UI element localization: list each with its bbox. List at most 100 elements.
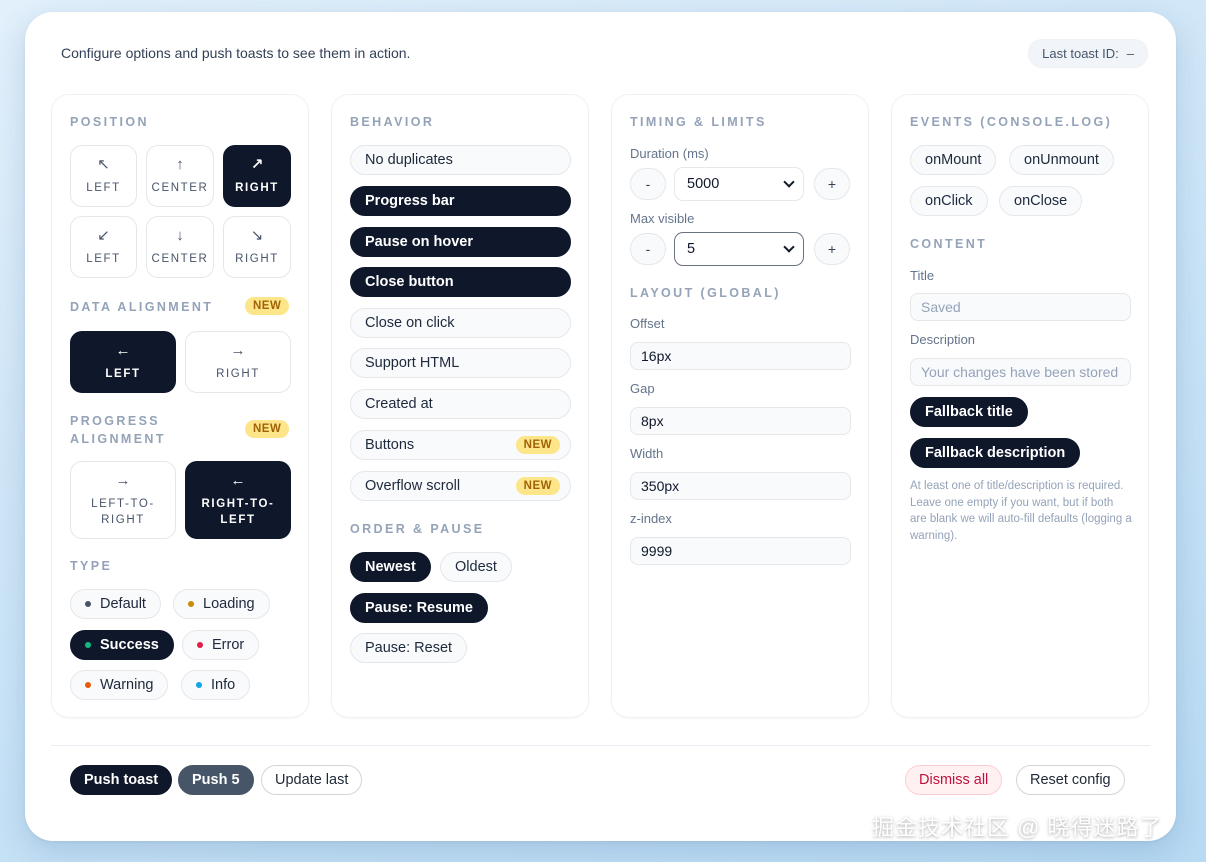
new-badge: NEW	[245, 420, 290, 438]
arrow-right-icon: →	[115, 471, 131, 489]
update-last-button[interactable]: Update last	[261, 765, 363, 795]
max-visible-label: Max visible	[630, 211, 695, 226]
duration-decrement-button[interactable]: -	[630, 168, 666, 200]
top-bar: Configure options and push toasts to see…	[61, 38, 1148, 68]
toggle-created-at[interactable]: Created at	[350, 389, 571, 419]
arrow-up-left-icon: ↖	[97, 155, 110, 173]
chevron-down-icon	[783, 176, 795, 188]
section-data-alignment-title: DATA ALIGNMENT	[70, 300, 214, 314]
section-content-title: CONTENT	[910, 237, 988, 251]
section-position-title: POSITION	[70, 115, 149, 129]
section-progress-alignment-title: PROGRESS ALIGNMENT	[70, 414, 166, 446]
section-layout-title: LAYOUT (GLOBAL)	[630, 286, 781, 300]
dot-icon	[196, 682, 202, 688]
offset-label: Offset	[630, 316, 665, 331]
content-note: At least one of title/description is req…	[910, 480, 1132, 542]
toggle-progress-bar[interactable]: Progress bar	[350, 186, 571, 216]
arrow-left-icon: ←	[230, 471, 246, 489]
last-toast-label: Last toast ID:	[1042, 45, 1119, 61]
title-label: Title	[910, 268, 935, 283]
position-bottom-right[interactable]: ↘ RIGHT	[223, 216, 291, 278]
max-visible-increment-button[interactable]: +	[814, 233, 850, 265]
arrow-down-right-icon: ↘	[250, 226, 264, 244]
type-info[interactable]: Info	[181, 670, 251, 700]
last-toast-id-badge: Last toast ID: –	[1028, 38, 1148, 68]
dismiss-all-button[interactable]: Dismiss all	[905, 765, 1003, 795]
arrow-right-icon: →	[230, 341, 246, 359]
z-index-input[interactable]: 9999	[630, 537, 851, 565]
progress-align-left-to-right[interactable]: → LEFT-TO- RIGHT	[70, 461, 176, 539]
reset-config-button[interactable]: Reset config	[1016, 765, 1125, 795]
z-index-label: z-index	[630, 511, 672, 526]
width-input[interactable]: 350px	[630, 472, 851, 500]
toggle-overflow-scroll[interactable]: Overflow scroll NEW	[350, 471, 571, 501]
last-toast-value: –	[1126, 45, 1134, 61]
position-top-left[interactable]: ↖ LEFT	[70, 145, 137, 207]
toggle-buttons[interactable]: Buttons NEW	[350, 430, 571, 460]
section-events-title: EVENTS (CONSOLE.LOG)	[910, 115, 1113, 129]
dot-icon	[197, 642, 203, 648]
position-top-right[interactable]: ↗ RIGHT	[223, 145, 291, 207]
toggle-close-button[interactable]: Close button	[350, 267, 571, 297]
dot-icon	[188, 601, 194, 607]
event-on-close[interactable]: onClose	[999, 186, 1083, 216]
toggle-close-on-click[interactable]: Close on click	[350, 308, 571, 338]
data-align-left[interactable]: ← LEFT	[70, 331, 176, 393]
section-timing-title: TIMING & LIMITS	[630, 115, 767, 129]
position-bottom-left[interactable]: ↙ LEFT	[70, 216, 137, 278]
description-input[interactable]: Your changes have been stored	[910, 358, 1131, 386]
progress-align-right-to-left[interactable]: ← RIGHT-TO- LEFT	[185, 461, 291, 539]
event-on-mount[interactable]: onMount	[910, 145, 997, 175]
arrow-down-icon: ↓	[176, 226, 184, 244]
duration-label: Duration (ms)	[630, 146, 709, 161]
new-badge: NEW	[515, 436, 560, 454]
arrow-left-icon: ←	[115, 341, 131, 359]
dot-icon	[85, 642, 91, 648]
intro-text: Configure options and push toasts to see…	[61, 45, 411, 61]
event-on-click[interactable]: onClick	[910, 186, 988, 216]
fallback-title-button[interactable]: Fallback title	[910, 397, 1028, 427]
panel-events-content: EVENTS (CONSOLE.LOG) onMount onUnmount o…	[891, 94, 1149, 718]
gap-input[interactable]: 8px	[630, 407, 851, 435]
description-label: Description	[910, 332, 976, 347]
duration-select[interactable]: 5000	[674, 167, 804, 201]
push-toast-button[interactable]: Push toast	[70, 765, 173, 795]
event-on-unmount[interactable]: onUnmount	[1009, 145, 1114, 175]
section-behavior-title: BEHAVIOR	[350, 115, 435, 129]
panel-behavior: BEHAVIOR No duplicates Progress bar Paus…	[331, 94, 589, 718]
dot-icon	[85, 682, 91, 688]
max-visible-decrement-button[interactable]: -	[630, 233, 666, 265]
footer-divider	[51, 745, 1150, 746]
push-5-button[interactable]: Push 5	[178, 765, 254, 795]
type-loading[interactable]: Loading	[173, 589, 270, 619]
data-align-right[interactable]: → RIGHT	[185, 331, 291, 393]
order-newest[interactable]: Newest	[350, 552, 431, 582]
toggle-support-html[interactable]: Support HTML	[350, 348, 571, 378]
toggle-no-duplicates[interactable]: No duplicates	[350, 145, 571, 175]
arrow-up-right-icon: ↗	[250, 155, 264, 173]
title-input[interactable]: Saved	[910, 293, 1131, 321]
arrow-up-icon: ↑	[176, 155, 184, 173]
new-badge: NEW	[245, 297, 290, 315]
dot-icon	[85, 601, 91, 607]
max-visible-select[interactable]: 5	[674, 232, 804, 266]
section-type-title: TYPE	[70, 559, 113, 573]
section-order-pause-title: ORDER & PAUSE	[350, 522, 485, 536]
duration-increment-button[interactable]: +	[814, 168, 850, 200]
pause-resume[interactable]: Pause: Resume	[350, 593, 488, 623]
toggle-pause-on-hover[interactable]: Pause on hover	[350, 227, 571, 257]
position-bottom-center[interactable]: ↓ CENTER	[146, 216, 214, 278]
type-success[interactable]: Success	[70, 630, 174, 660]
type-default[interactable]: Default	[70, 589, 161, 619]
panel-position: POSITION ↖ LEFT ↑ CENTER ↗ RIGHT ↙ LEFT …	[51, 94, 309, 718]
chevron-down-icon	[783, 241, 795, 253]
order-oldest[interactable]: Oldest	[440, 552, 512, 582]
width-label: Width	[630, 446, 664, 461]
offset-input[interactable]: 16px	[630, 342, 851, 370]
fallback-description-button[interactable]: Fallback description	[910, 438, 1081, 468]
pause-reset[interactable]: Pause: Reset	[350, 633, 468, 663]
position-top-center[interactable]: ↑ CENTER	[146, 145, 214, 207]
type-error[interactable]: Error	[182, 630, 260, 660]
watermark: 掘金技术社区 @ 晓得迷路了	[872, 815, 1163, 840]
type-warning[interactable]: Warning	[70, 670, 169, 700]
